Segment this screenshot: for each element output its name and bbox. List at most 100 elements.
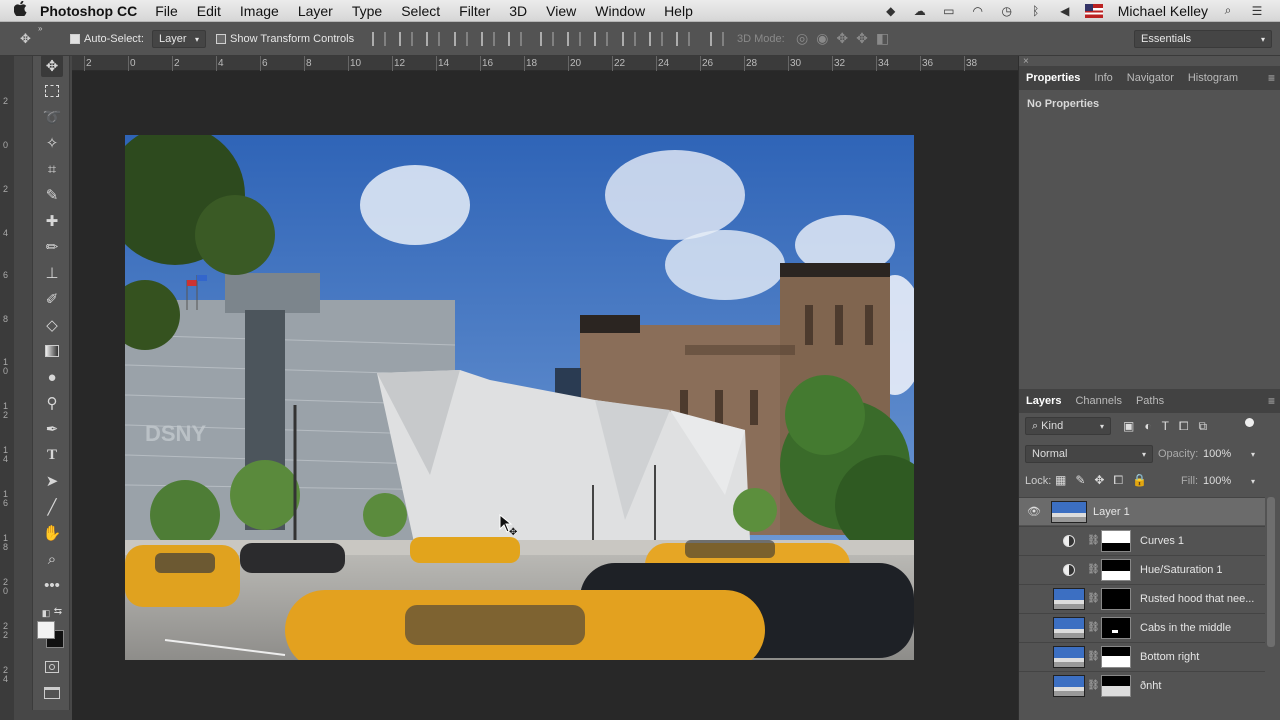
auto-select-checkbox[interactable]: Auto-Select:: [70, 30, 144, 48]
layers-scrollbar[interactable]: [1267, 497, 1275, 647]
layer-row-cabs-in-the-middle[interactable]: ⛓ Cabs in the middle: [1019, 613, 1265, 641]
distribute-vcenter-icon[interactable]: [567, 32, 581, 46]
close-panel-icon[interactable]: ×: [1023, 56, 1029, 67]
show-transform-checkbox[interactable]: Show Transform Controls: [216, 30, 354, 48]
layer-row-rusted-hood[interactable]: ⛓ Rusted hood that nee...: [1019, 584, 1265, 612]
eraser-tool-icon[interactable]: ◇: [41, 314, 63, 336]
crop-tool-icon[interactable]: ⌗: [41, 158, 63, 180]
line-tool-icon[interactable]: ╱: [41, 496, 63, 518]
dropbox-icon[interactable]: ◆: [882, 4, 900, 18]
healing-brush-tool-icon[interactable]: ✚: [41, 210, 63, 232]
user-name[interactable]: Michael Kelley: [1118, 3, 1208, 19]
tab-properties[interactable]: Properties: [1019, 72, 1087, 84]
foreground-color-swatch[interactable]: [37, 621, 55, 639]
app-name[interactable]: Photoshop CC: [40, 3, 137, 19]
tab-histogram[interactable]: Histogram: [1181, 72, 1245, 84]
blend-mode-dropdown[interactable]: Normal ▾: [1025, 445, 1153, 463]
document-canvas[interactable]: DSNY ✥: [72, 71, 1018, 720]
layer-row-layer-1[interactable]: 👁 Layer 1: [1019, 497, 1265, 525]
fill-input[interactable]: 100% ▾: [1203, 472, 1255, 490]
distribute-top-icon[interactable]: [540, 32, 554, 46]
marquee-tool-icon[interactable]: [41, 80, 63, 102]
move-tool-icon[interactable]: ✥: [41, 55, 63, 77]
menu-edit[interactable]: Edit: [197, 3, 221, 19]
filter-toggle-icon[interactable]: [1245, 418, 1254, 427]
document-image[interactable]: DSNY: [125, 135, 914, 660]
menu-help[interactable]: Help: [664, 3, 693, 19]
flag-icon[interactable]: [1084, 3, 1103, 18]
menu-layer[interactable]: Layer: [298, 3, 333, 19]
menu-file[interactable]: File: [155, 3, 178, 19]
notification-center-icon[interactable]: ☰: [1248, 4, 1266, 18]
eye-icon[interactable]: 👁: [1027, 506, 1041, 518]
menu-image[interactable]: Image: [240, 3, 279, 19]
hand-tool-icon[interactable]: ✋: [41, 522, 63, 544]
magic-wand-tool-icon[interactable]: ✧: [41, 132, 63, 154]
swap-colors-icon[interactable]: ⇆: [53, 600, 63, 622]
dodge-tool-icon[interactable]: ⚲: [41, 392, 63, 414]
blur-tool-icon[interactable]: ●: [41, 366, 63, 388]
distribute-left-icon[interactable]: [622, 32, 636, 46]
menu-window[interactable]: Window: [595, 3, 645, 19]
auto-select-check-icon[interactable]: [70, 34, 80, 44]
bluetooth-icon[interactable]: ᛒ: [1027, 4, 1045, 18]
tab-info[interactable]: Info: [1087, 72, 1119, 84]
layer-filter-dropdown[interactable]: ⌕ Kind ▾: [1025, 417, 1111, 435]
type-tool-icon[interactable]: T: [41, 444, 63, 466]
align-right-icon[interactable]: [508, 32, 522, 46]
distribute-hcenter-icon[interactable]: [649, 32, 663, 46]
tab-paths[interactable]: Paths: [1129, 395, 1171, 407]
auto-select-dropdown[interactable]: Layer ▾: [152, 30, 206, 48]
align-left-icon[interactable]: [454, 32, 468, 46]
distribute-right-icon[interactable]: [676, 32, 690, 46]
link-icon: ⛓: [1087, 680, 1100, 691]
tab-layers[interactable]: Layers: [1019, 395, 1068, 407]
align-top-icon[interactable]: [372, 32, 386, 46]
panel-menu-icon[interactable]: ≡: [1261, 71, 1280, 85]
eyedropper-tool-icon[interactable]: ✎: [41, 184, 63, 206]
time-machine-icon[interactable]: ◷: [998, 4, 1016, 18]
move-tool-preset-icon[interactable]: ✥: [20, 31, 31, 47]
layer-row-partial[interactable]: ⛓ ðnht: [1019, 671, 1265, 699]
pen-tool-icon[interactable]: ✒: [41, 418, 63, 440]
layer-row-curves-1[interactable]: ⛓ Curves 1: [1019, 526, 1265, 554]
lock-icons[interactable]: ▦✎✥⧠🔒: [1055, 473, 1156, 488]
tab-channels[interactable]: Channels: [1068, 395, 1128, 407]
stamp-tool-icon[interactable]: ⊥: [41, 262, 63, 284]
menu-view[interactable]: View: [546, 3, 576, 19]
screen-mode-icon[interactable]: [41, 682, 63, 704]
apple-menu-icon[interactable]: [0, 0, 40, 20]
layer-filter-icons[interactable]: ▣◐T⧠⧉: [1123, 419, 1217, 434]
layer-row-hue-saturation-1[interactable]: ⛓ Hue/Saturation 1: [1019, 555, 1265, 583]
path-selection-tool-icon[interactable]: ➤: [41, 470, 63, 492]
airplay-icon[interactable]: ▭: [940, 4, 958, 18]
opacity-input[interactable]: 100% ▾: [1203, 445, 1255, 463]
history-brush-tool-icon[interactable]: ✐: [41, 288, 63, 310]
volume-icon[interactable]: ◀: [1056, 4, 1074, 18]
align-hcenter-icon[interactable]: [481, 32, 495, 46]
auto-align-icon[interactable]: [710, 32, 724, 46]
show-transform-check-icon[interactable]: [216, 34, 226, 44]
menu-select[interactable]: Select: [401, 3, 440, 19]
creative-cloud-icon[interactable]: ☁: [911, 4, 929, 18]
preset-dropdown-arrow-icon[interactable]: »: [38, 24, 42, 33]
align-bottom-icon[interactable]: [426, 32, 440, 46]
more-tools-icon[interactable]: •••: [41, 574, 63, 596]
hruler-tick-label: 14: [438, 58, 450, 69]
workspace-dropdown[interactable]: Essentials ▾: [1134, 30, 1272, 48]
tab-navigator[interactable]: Navigator: [1120, 72, 1181, 84]
gradient-tool-icon[interactable]: [41, 340, 63, 362]
spotlight-search-icon[interactable]: ⌕: [1219, 3, 1237, 18]
quick-mask-icon[interactable]: [41, 656, 63, 678]
brush-tool-icon[interactable]: ✏: [41, 236, 63, 258]
menu-type[interactable]: Type: [352, 3, 382, 19]
align-vcenter-icon[interactable]: [399, 32, 413, 46]
menu-3d[interactable]: 3D: [509, 3, 527, 19]
zoom-tool-icon[interactable]: ⌕: [41, 548, 63, 570]
menu-filter[interactable]: Filter: [459, 3, 490, 19]
panel-menu-icon[interactable]: ≡: [1261, 394, 1280, 408]
wifi-icon[interactable]: ◠: [969, 4, 987, 18]
lasso-tool-icon[interactable]: ➰: [41, 106, 63, 128]
layer-row-bottom-right[interactable]: ⛓ Bottom right: [1019, 642, 1265, 670]
distribute-bottom-icon[interactable]: [594, 32, 608, 46]
